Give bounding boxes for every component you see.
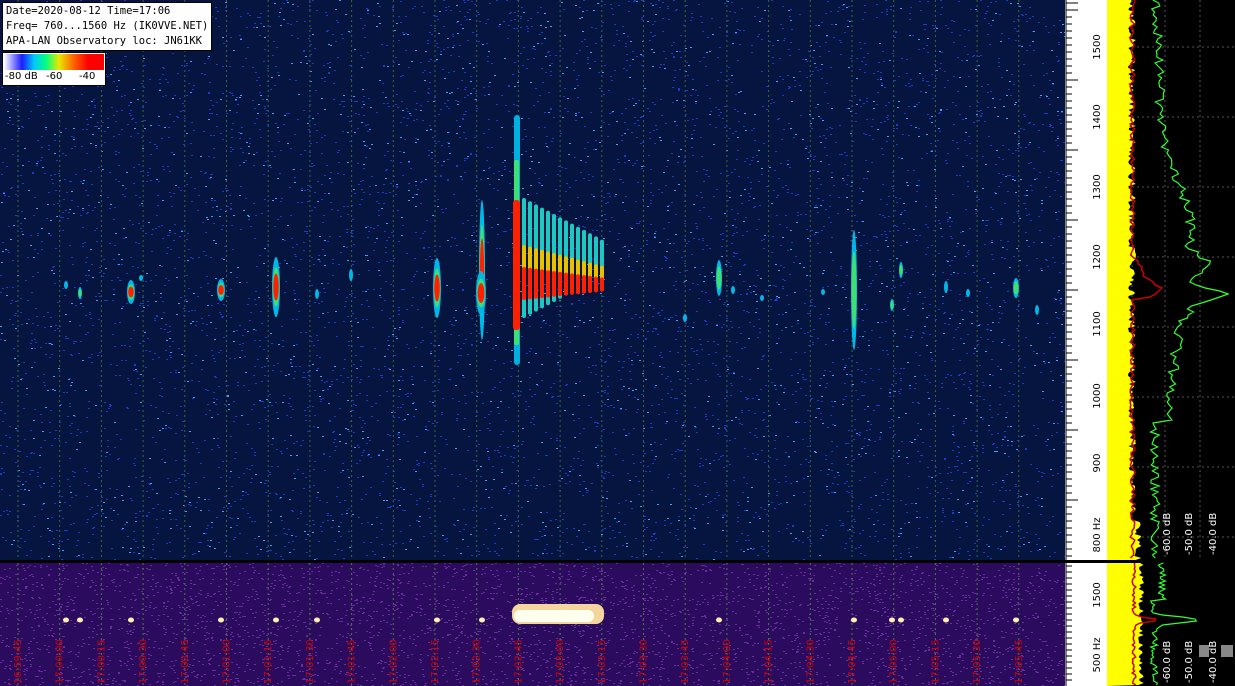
color-scale-legend: -80 dB -60 -40 <box>2 52 106 86</box>
time-label: 17:02:30 <box>472 639 483 684</box>
meteor-echo <box>851 230 857 350</box>
time-label: 17:02:00 <box>388 639 399 684</box>
meteor-echo <box>731 286 735 294</box>
time-label: 17:04:45 <box>847 639 858 684</box>
scale-label-low: -80 dB <box>5 71 38 82</box>
overview-echo <box>943 617 949 623</box>
time-label: 17:01:30 <box>305 639 316 684</box>
overview-level-tick-label: -60.0 dB <box>1162 641 1173 683</box>
freq-tick-label: 800 Hz <box>1092 517 1103 552</box>
scale-label-high: -40 <box>79 71 96 82</box>
meteor-echo <box>966 289 970 297</box>
overview-spectrum-panel: -60.0 dB -50.0 dB -40.0 dB <box>1107 562 1235 686</box>
meteor-echo <box>1013 278 1019 298</box>
freq-tick-label: 1400 <box>1092 104 1103 129</box>
time-label: 17:03:30 <box>639 639 650 684</box>
meteor-echo <box>349 269 353 281</box>
frequency-range-label: Freq= 760...1560 Hz (IK0VVE.NET) <box>6 20 209 32</box>
time-label: 17:00:30 <box>138 639 149 684</box>
time-label: 17:03:00 <box>555 639 566 684</box>
meteor-echo <box>683 314 687 322</box>
waterfall-panel <box>0 0 1066 560</box>
level-tick-label: -50.0 dB <box>1184 513 1195 555</box>
meteor-echo <box>821 289 825 295</box>
overview-echo <box>314 617 320 623</box>
overview-echo <box>434 617 440 623</box>
time-label: 17:04:30 <box>805 639 816 684</box>
overview-burst-core <box>514 610 594 622</box>
overview-echo <box>716 617 722 623</box>
level-tick-label: -60.0 dB <box>1162 513 1173 555</box>
freq-tick-label: 1300 <box>1092 174 1103 199</box>
time-label: 17:03:15 <box>597 639 608 684</box>
time-label: 17:02:45 <box>513 639 524 684</box>
overview-echo <box>889 617 895 623</box>
meteor-echo <box>716 260 722 296</box>
time-label: 17:05:00 <box>889 639 900 684</box>
overview-level-tick-label: -40.0 dB <box>1208 641 1219 683</box>
spectrogram-display: 16:59:45 17:00:00 17:00:15 17:00:30 17:00:45… <box>0 0 1235 686</box>
meteor-echo <box>78 287 82 299</box>
overview-echo <box>851 617 857 623</box>
time-label: 17:04:00 <box>722 639 733 684</box>
freq-axis-background <box>1065 0 1107 560</box>
time-label: 17:01:15 <box>263 639 274 684</box>
overview-echo <box>77 617 83 623</box>
time-label: 17:05:15 <box>930 639 941 684</box>
overview-freq-tick-label: 500 Hz <box>1092 637 1103 672</box>
time-label: 17:00:45 <box>180 639 191 684</box>
freq-tick-label: 1200 <box>1092 244 1103 269</box>
meteor-echo <box>139 275 143 281</box>
time-label: 16:59:45 <box>13 639 24 684</box>
meteor-echo <box>217 279 225 301</box>
time-label: 17:01:00 <box>222 639 233 684</box>
date-time-label: Date=2020-08-12 Time=17:06 <box>6 5 171 17</box>
info-box: Date=2020-08-12 Time=17:06 Freq= 760...15… <box>2 2 213 51</box>
meteor-echo <box>1035 305 1039 315</box>
overview-marker-block <box>1199 645 1209 657</box>
scale-label-mid: -60 <box>46 71 63 82</box>
meteor-echo <box>64 281 68 289</box>
meteor-echo <box>476 271 486 315</box>
overview-echo <box>218 617 224 623</box>
time-label: 17:05:45 <box>1014 639 1025 684</box>
time-label: 17:03:45 <box>680 639 691 684</box>
overview-echo <box>273 617 279 623</box>
meteor-echo <box>899 262 903 278</box>
frequency-axis: 1500 1400 1300 1200 1100 1000 900 800 Hz 1500 500… <box>1065 0 1107 686</box>
overview-echo <box>63 617 69 623</box>
overview-marker-block <box>1221 645 1233 657</box>
meteor-echo <box>315 289 319 299</box>
freq-tick-label: 1100 <box>1092 311 1103 336</box>
overview-freq-tick-label: 1500 <box>1092 582 1103 607</box>
overview-level-tick-label: -50.0 dB <box>1184 641 1195 683</box>
meteor-echo <box>944 281 948 293</box>
time-label: 17:00:00 <box>55 639 66 684</box>
overview-echo <box>479 617 485 623</box>
color-scale-bar <box>4 54 104 70</box>
time-label: 17:02:15 <box>430 639 441 684</box>
freq-tick-label: 900 <box>1092 453 1103 472</box>
time-label: 17:04:15 <box>764 639 775 684</box>
freq-tick-label: 1500 <box>1092 34 1103 59</box>
spectrum-panel: -60.0 dB -50.0 dB -40.0 dB <box>1107 0 1235 560</box>
observatory-label: APA-LAN Observatory loc: JN61KK <box>6 35 202 47</box>
meteor-echo <box>479 200 485 340</box>
overview-echo <box>128 617 134 623</box>
time-label: 17:00:15 <box>96 639 107 684</box>
overview-echo <box>898 617 904 623</box>
time-label: 17:01:45 <box>347 639 358 684</box>
overview-echo <box>1013 617 1019 623</box>
level-tick-label: -40.0 dB <box>1208 513 1219 555</box>
time-label: 17:05:30 <box>972 639 983 684</box>
meteor-echo <box>433 258 441 318</box>
meteor-echo <box>760 295 764 301</box>
meteor-echo <box>272 257 280 317</box>
freq-tick-label: 1000 <box>1092 383 1103 408</box>
meteor-echo <box>127 280 135 304</box>
meteor-echo <box>890 299 894 311</box>
